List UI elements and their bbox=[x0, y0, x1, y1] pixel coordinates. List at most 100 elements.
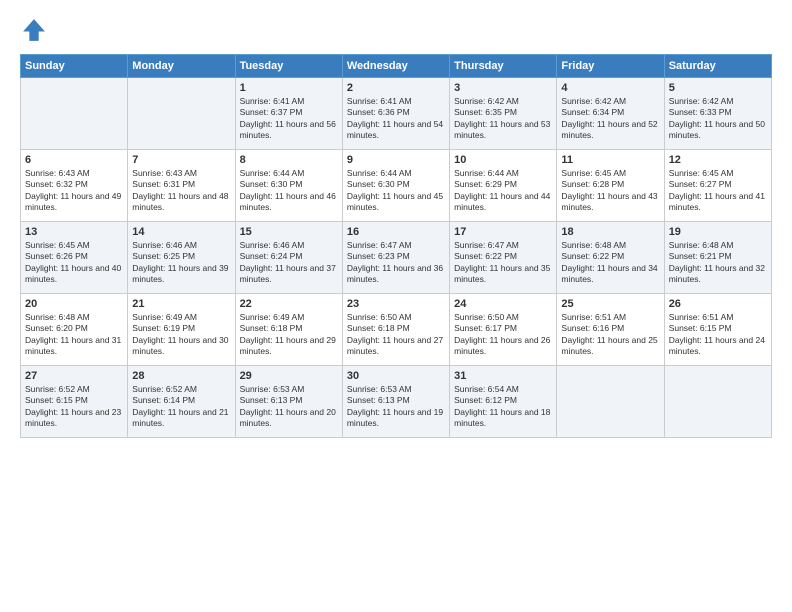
logo bbox=[20, 16, 52, 44]
day-number: 8 bbox=[240, 154, 338, 166]
week-row-1: 1 Sunrise: 6:41 AMSunset: 6:37 PMDaylight… bbox=[21, 78, 772, 150]
day-info: Sunrise: 6:47 AMSunset: 6:22 PMDaylight:… bbox=[454, 240, 552, 286]
calendar-cell: 17Sunrise: 6:47 AMSunset: 6:22 PMDayligh… bbox=[450, 222, 557, 294]
day-info: Sunrise: 6:46 AMSunset: 6:25 PMDaylight:… bbox=[132, 240, 230, 286]
weekday-header-thursday: Thursday bbox=[450, 55, 557, 78]
day-number: 15 bbox=[240, 226, 338, 238]
day-info: Sunrise: 6:42 AMSunset: 6:33 PMDaylight:… bbox=[669, 96, 767, 142]
weekday-header-wednesday: Wednesday bbox=[342, 55, 449, 78]
day-info: Sunrise: 6:50 AMSunset: 6:17 PMDaylight:… bbox=[454, 312, 552, 358]
day-info: Sunrise: 6:44 AMSunset: 6:30 PMDaylight:… bbox=[240, 168, 338, 214]
day-number: 18 bbox=[561, 226, 659, 238]
day-number: 25 bbox=[561, 298, 659, 310]
day-info: Sunrise: 6:47 AMSunset: 6:23 PMDaylight:… bbox=[347, 240, 445, 286]
day-number: 9 bbox=[347, 154, 445, 166]
calendar-cell: 16 Sunrise: 6:47 AMSunset: 6:23 PMDayligh… bbox=[342, 222, 449, 294]
calendar-cell: 30 Sunrise: 6:53 AMSunset: 6:13 PMDayligh… bbox=[342, 366, 449, 438]
day-number: 13 bbox=[25, 226, 123, 238]
calendar-cell: 27Sunrise: 6:52 AMSunset: 6:15 PMDayligh… bbox=[21, 366, 128, 438]
page: SundayMondayTuesdayWednesdayThursdayFrid… bbox=[0, 0, 792, 612]
calendar-cell: 6Sunrise: 6:43 AMSunset: 6:32 PMDaylight… bbox=[21, 150, 128, 222]
day-number: 31 bbox=[454, 370, 552, 382]
day-info: Sunrise: 6:49 AMSunset: 6:18 PMDaylight:… bbox=[240, 312, 338, 358]
day-info: Sunrise: 6:53 AMSunset: 6:13 PMDaylight:… bbox=[240, 384, 338, 430]
day-number: 14 bbox=[132, 226, 230, 238]
weekday-header-sunday: Sunday bbox=[21, 55, 128, 78]
day-number: 6 bbox=[25, 154, 123, 166]
day-info: Sunrise: 6:45 AMSunset: 6:26 PMDaylight:… bbox=[25, 240, 123, 286]
day-number: 1 bbox=[240, 82, 338, 94]
day-info: Sunrise: 6:49 AMSunset: 6:19 PMDaylight:… bbox=[132, 312, 230, 358]
day-info: Sunrise: 6:45 AMSunset: 6:28 PMDaylight:… bbox=[561, 168, 659, 214]
calendar-header: SundayMondayTuesdayWednesdayThursdayFrid… bbox=[21, 55, 772, 78]
day-info: Sunrise: 6:48 AMSunset: 6:22 PMDaylight:… bbox=[561, 240, 659, 286]
day-number: 5 bbox=[669, 82, 767, 94]
day-number: 4 bbox=[561, 82, 659, 94]
day-number: 7 bbox=[132, 154, 230, 166]
calendar-cell: 21 Sunrise: 6:49 AMSunset: 6:19 PMDayligh… bbox=[128, 294, 235, 366]
calendar-cell: 25 Sunrise: 6:51 AMSunset: 6:16 PMDayligh… bbox=[557, 294, 664, 366]
calendar-cell bbox=[557, 366, 664, 438]
logo-icon bbox=[20, 16, 48, 44]
header-row: SundayMondayTuesdayWednesdayThursdayFrid… bbox=[21, 55, 772, 78]
day-number: 30 bbox=[347, 370, 445, 382]
day-number: 27 bbox=[25, 370, 123, 382]
calendar-cell: 2Sunrise: 6:41 AMSunset: 6:36 PMDaylight… bbox=[342, 78, 449, 150]
calendar-cell: 9 Sunrise: 6:44 AMSunset: 6:30 PMDaylight… bbox=[342, 150, 449, 222]
day-number: 19 bbox=[669, 226, 767, 238]
calendar-table: SundayMondayTuesdayWednesdayThursdayFrid… bbox=[20, 54, 772, 438]
day-info: Sunrise: 6:45 AMSunset: 6:27 PMDaylight:… bbox=[669, 168, 767, 214]
calendar-cell: 23 Sunrise: 6:50 AMSunset: 6:18 PMDayligh… bbox=[342, 294, 449, 366]
day-number: 10 bbox=[454, 154, 552, 166]
calendar-cell: 18 Sunrise: 6:48 AMSunset: 6:22 PMDayligh… bbox=[557, 222, 664, 294]
calendar-cell: 31 Sunrise: 6:54 AMSunset: 6:12 PMDayligh… bbox=[450, 366, 557, 438]
calendar-cell: 14 Sunrise: 6:46 AMSunset: 6:25 PMDayligh… bbox=[128, 222, 235, 294]
calendar-cell bbox=[21, 78, 128, 150]
day-number: 3 bbox=[454, 82, 552, 94]
day-number: 2 bbox=[347, 82, 445, 94]
day-info: Sunrise: 6:51 AMSunset: 6:15 PMDaylight:… bbox=[669, 312, 767, 358]
day-info: Sunrise: 6:51 AMSunset: 6:16 PMDaylight:… bbox=[561, 312, 659, 358]
day-number: 12 bbox=[669, 154, 767, 166]
day-info: Sunrise: 6:48 AMSunset: 6:20 PMDaylight:… bbox=[25, 312, 123, 358]
day-number: 29 bbox=[240, 370, 338, 382]
weekday-header-tuesday: Tuesday bbox=[235, 55, 342, 78]
week-row-2: 6Sunrise: 6:43 AMSunset: 6:32 PMDaylight… bbox=[21, 150, 772, 222]
calendar-cell: 15 Sunrise: 6:46 AMSunset: 6:24 PMDayligh… bbox=[235, 222, 342, 294]
weekday-header-saturday: Saturday bbox=[664, 55, 771, 78]
day-info: Sunrise: 6:42 AMSunset: 6:34 PMDaylight:… bbox=[561, 96, 659, 142]
calendar-cell: 22Sunrise: 6:49 AMSunset: 6:18 PMDayligh… bbox=[235, 294, 342, 366]
day-info: Sunrise: 6:54 AMSunset: 6:12 PMDaylight:… bbox=[454, 384, 552, 430]
day-number: 21 bbox=[132, 298, 230, 310]
calendar-cell: 29 Sunrise: 6:53 AMSunset: 6:13 PMDayligh… bbox=[235, 366, 342, 438]
week-row-5: 27Sunrise: 6:52 AMSunset: 6:15 PMDayligh… bbox=[21, 366, 772, 438]
calendar-cell bbox=[128, 78, 235, 150]
day-info: Sunrise: 6:41 AMSunset: 6:37 PMDaylight:… bbox=[240, 96, 338, 142]
calendar-cell: 10 Sunrise: 6:44 AMSunset: 6:29 PMDayligh… bbox=[450, 150, 557, 222]
day-info: Sunrise: 6:46 AMSunset: 6:24 PMDaylight:… bbox=[240, 240, 338, 286]
calendar-cell: 24 Sunrise: 6:50 AMSunset: 6:17 PMDayligh… bbox=[450, 294, 557, 366]
day-number: 20 bbox=[25, 298, 123, 310]
day-number: 16 bbox=[347, 226, 445, 238]
day-number: 23 bbox=[347, 298, 445, 310]
day-number: 24 bbox=[454, 298, 552, 310]
day-info: Sunrise: 6:43 AMSunset: 6:31 PMDaylight:… bbox=[132, 168, 230, 214]
day-info: Sunrise: 6:52 AMSunset: 6:14 PMDaylight:… bbox=[132, 384, 230, 430]
weekday-header-monday: Monday bbox=[128, 55, 235, 78]
day-info: Sunrise: 6:44 AMSunset: 6:30 PMDaylight:… bbox=[347, 168, 445, 214]
calendar-cell: 28 Sunrise: 6:52 AMSunset: 6:14 PMDayligh… bbox=[128, 366, 235, 438]
weekday-header-friday: Friday bbox=[557, 55, 664, 78]
calendar-cell: 8 Sunrise: 6:44 AMSunset: 6:30 PMDaylight… bbox=[235, 150, 342, 222]
week-row-3: 13 Sunrise: 6:45 AMSunset: 6:26 PMDayligh… bbox=[21, 222, 772, 294]
day-info: Sunrise: 6:53 AMSunset: 6:13 PMDaylight:… bbox=[347, 384, 445, 430]
day-number: 28 bbox=[132, 370, 230, 382]
calendar-cell: 20 Sunrise: 6:48 AMSunset: 6:20 PMDayligh… bbox=[21, 294, 128, 366]
day-info: Sunrise: 6:44 AMSunset: 6:29 PMDaylight:… bbox=[454, 168, 552, 214]
day-info: Sunrise: 6:42 AMSunset: 6:35 PMDaylight:… bbox=[454, 96, 552, 142]
day-info: Sunrise: 6:50 AMSunset: 6:18 PMDaylight:… bbox=[347, 312, 445, 358]
calendar-cell: 7 Sunrise: 6:43 AMSunset: 6:31 PMDaylight… bbox=[128, 150, 235, 222]
day-info: Sunrise: 6:48 AMSunset: 6:21 PMDaylight:… bbox=[669, 240, 767, 286]
calendar-cell: 4 Sunrise: 6:42 AMSunset: 6:34 PMDaylight… bbox=[557, 78, 664, 150]
calendar-cell: 5 Sunrise: 6:42 AMSunset: 6:33 PMDaylight… bbox=[664, 78, 771, 150]
day-number: 11 bbox=[561, 154, 659, 166]
